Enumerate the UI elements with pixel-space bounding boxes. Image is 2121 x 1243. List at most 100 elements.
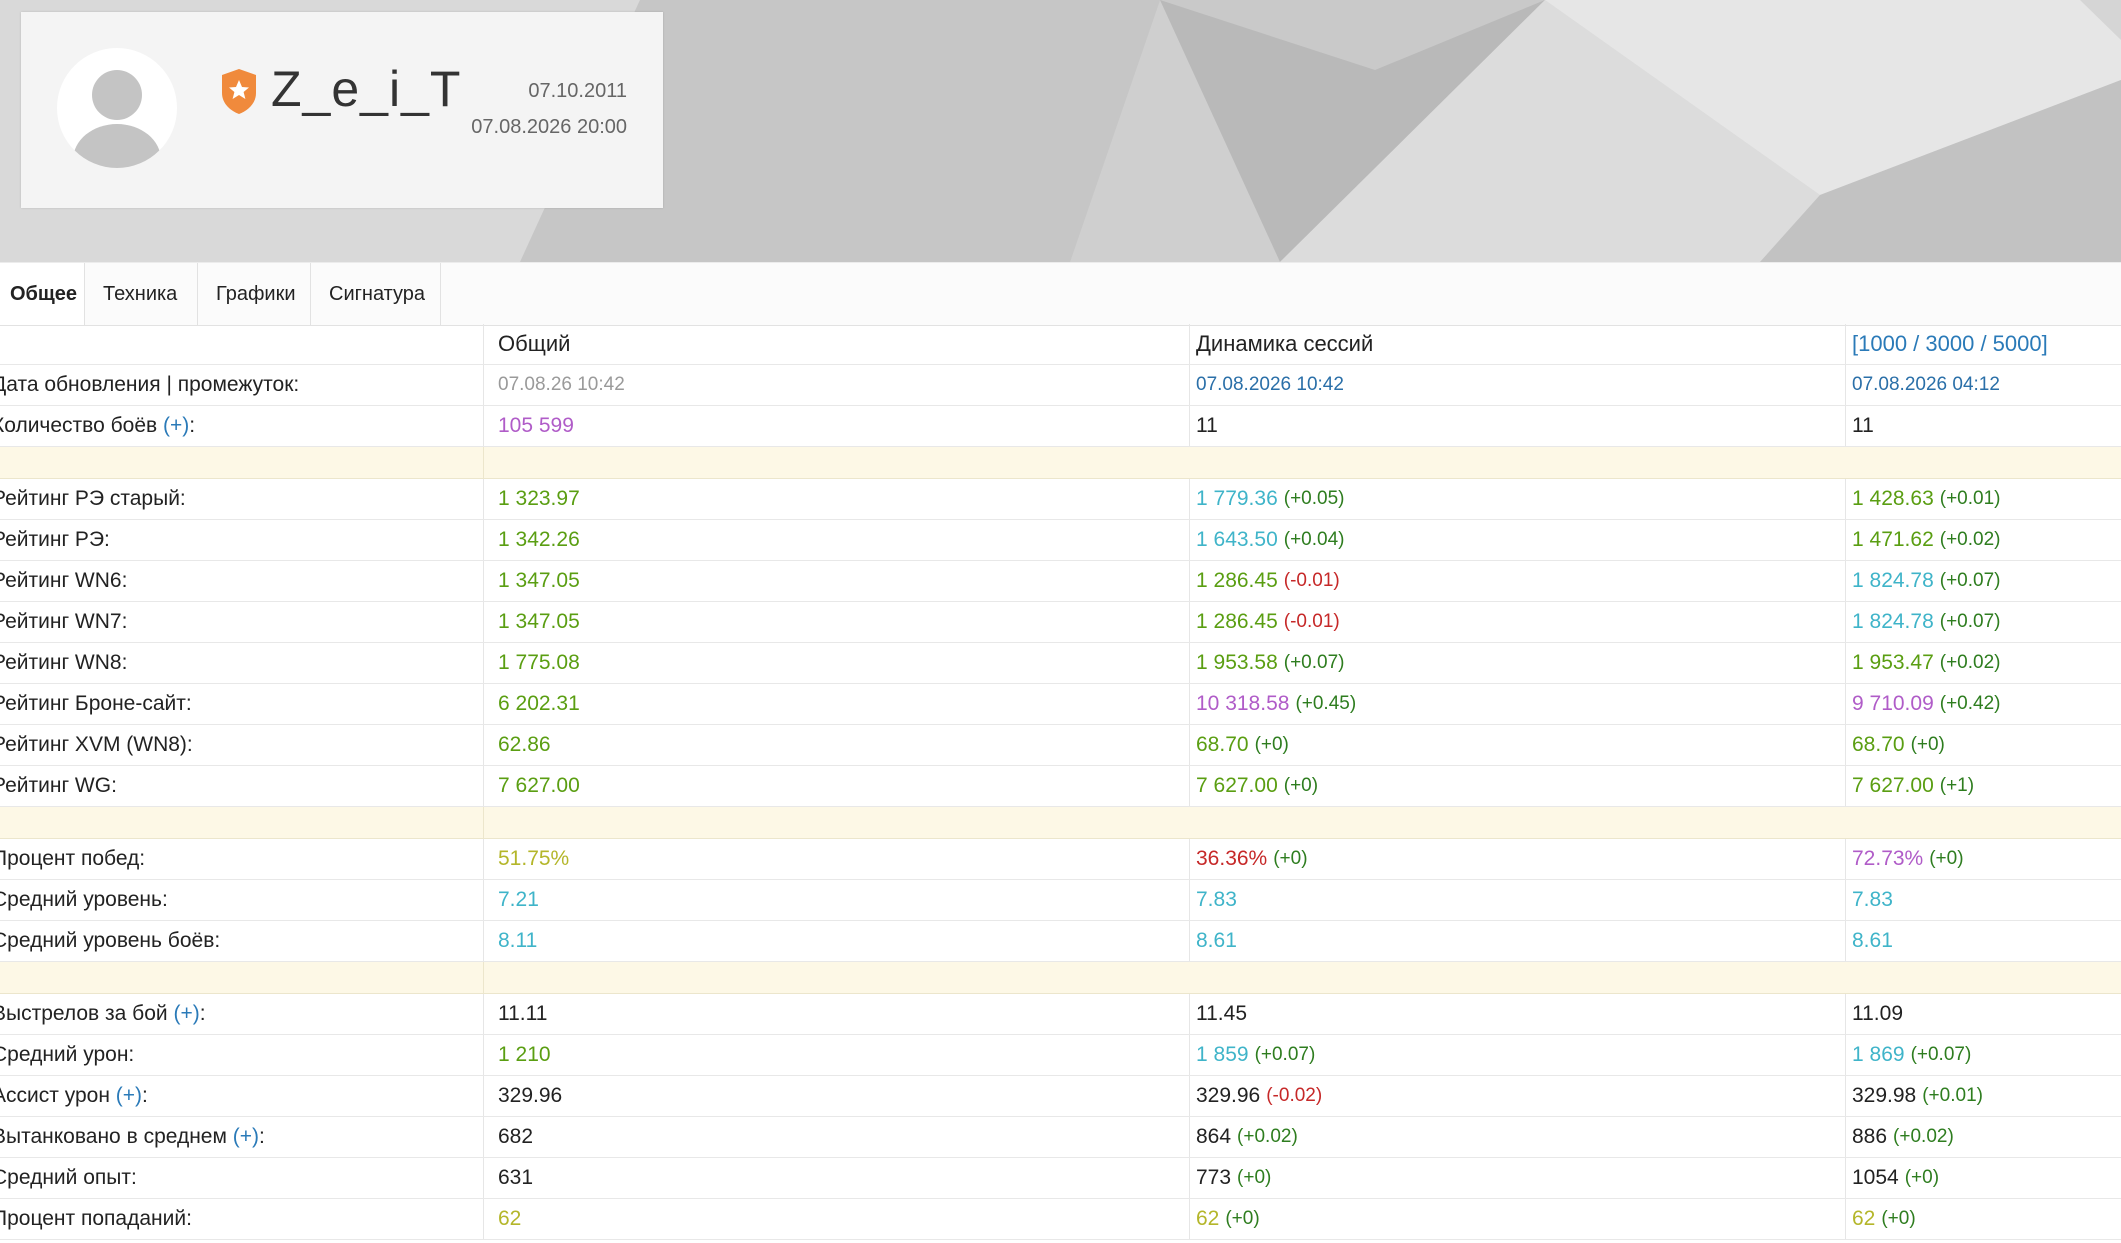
delta: (+0.01)	[1939, 488, 2001, 509]
section-separator	[0, 807, 2121, 839]
row-label: Рейтинг Броне-сайт:	[0, 684, 484, 724]
row-label: Выстрелов за бой	[0, 1002, 168, 1025]
delta: (+0)	[1881, 1208, 1916, 1229]
value: 1 824.78	[1852, 610, 1934, 633]
shield-star-icon	[219, 67, 259, 115]
table-row: Рейтинг WN6: 1 347.05 1 286.45 (-0.01) 1 …	[0, 561, 2121, 602]
column-header-general: Общий	[492, 324, 1190, 364]
value: 62.86	[498, 733, 551, 756]
table-row: Рейтинг WG: 7 627.00 7 627.00 (+0) 7 627.…	[0, 766, 2121, 807]
value: 7.83	[1852, 888, 1893, 911]
row-label: Средний урон:	[0, 1035, 484, 1075]
expand-link[interactable]: (+)	[233, 1125, 259, 1149]
expand-link[interactable]: (+)	[163, 414, 189, 438]
value: 36.36%	[1196, 847, 1268, 870]
value: 864	[1196, 1125, 1232, 1148]
value: 1 428.63	[1852, 487, 1934, 510]
range-selector-link[interactable]: [1000 / 3000 / 5000]	[1852, 331, 2048, 357]
value: 72.73%	[1852, 847, 1924, 870]
row-label: Ассист урон	[0, 1084, 110, 1107]
value: 105 599	[498, 414, 574, 437]
tab-bar: Общее Техника Графики Сигнатура	[0, 262, 2121, 326]
value: 1 824.78	[1852, 569, 1934, 592]
value: 68.70	[1196, 733, 1249, 756]
table-row: Количество боёв (+): 105 599 11 11	[0, 406, 2121, 447]
delta: (+0.02)	[1939, 529, 2001, 550]
table-row: Рейтинг WN8: 1 775.08 1 953.58 (+0.07) 1 …	[0, 643, 2121, 684]
table-row: Средний уровень: 7.21 7.83 7.83	[0, 880, 2121, 921]
row-label: Дата обновления | промежуток:	[0, 365, 484, 405]
value: 1 286.45	[1196, 610, 1278, 633]
row-label: Рейтинг WN8:	[0, 643, 484, 683]
value: 1 775.08	[498, 651, 580, 674]
value: 1 471.62	[1852, 528, 1934, 551]
table-row: Рейтинг WN7: 1 347.05 1 286.45 (-0.01) 1 …	[0, 602, 2121, 643]
value: 1 342.26	[498, 528, 580, 551]
delta: (+1)	[1939, 775, 1975, 796]
table-row: Процент попаданий: 62 62 (+0) 62 (+0)	[0, 1199, 2121, 1240]
table-row: Ассист урон (+): 329.96 329.96 (-0.02) 32…	[0, 1076, 2121, 1117]
header-empty	[0, 324, 484, 364]
column-header-sessions: Динамика сессий	[1190, 324, 1846, 364]
value: 9 710.09	[1852, 692, 1934, 715]
delta: (-0.01)	[1283, 611, 1340, 632]
delta: (+0)	[1225, 1208, 1260, 1229]
delta: (+0.05)	[1283, 488, 1345, 509]
delta: (+0)	[1910, 734, 1945, 755]
update-date-range[interactable]: 07.08.2026 04:12	[1852, 374, 2000, 396]
value: 8.61	[1852, 929, 1893, 952]
row-label: Рейтинг XVM (WN8):	[0, 725, 484, 765]
tab-vehicles[interactable]: Техника	[85, 263, 198, 325]
value: 11.09	[1852, 1002, 1903, 1025]
value: 10 318.58	[1196, 692, 1290, 715]
table-header-row: Общий Динамика сессий [1000 / 3000 / 500…	[0, 324, 2121, 365]
value: 51.75%	[498, 847, 570, 870]
table-row: Рейтинг Броне-сайт: 6 202.31 10 318.58 (+…	[0, 684, 2121, 725]
table-row: Вытанковано в среднем (+): 682 864 (+0.02…	[0, 1117, 2121, 1158]
value: 7 627.00	[498, 774, 580, 797]
delta: (+0.01)	[1922, 1085, 1983, 1106]
value: 329.96	[1196, 1084, 1261, 1107]
delta: (+0.07)	[1910, 1044, 1972, 1065]
value: 1 859	[1196, 1043, 1249, 1066]
row-label: Количество боёв	[0, 414, 158, 437]
registration-date: 07.10.2011	[528, 80, 627, 102]
username: Z_e_i_T	[271, 61, 462, 117]
value: 8.61	[1196, 929, 1237, 952]
delta: (+0.42)	[1939, 693, 2001, 714]
value: 11.45	[1196, 1002, 1247, 1025]
delta: (+0.07)	[1254, 1044, 1316, 1065]
tab-general[interactable]: Общее	[0, 263, 85, 325]
value: 68.70	[1852, 733, 1905, 756]
row-label: Средний уровень боёв:	[0, 921, 484, 961]
value: 1 347.05	[498, 569, 580, 592]
section-separator	[0, 447, 2121, 479]
delta: (+0)	[1283, 775, 1319, 796]
value: 62	[1852, 1207, 1876, 1230]
update-date-sessions[interactable]: 07.08.2026 10:42	[1196, 374, 1344, 396]
row-label: Средний уровень:	[0, 880, 484, 920]
value: 7.83	[1196, 888, 1237, 911]
value: 631	[498, 1166, 534, 1189]
tab-charts[interactable]: Графики	[198, 263, 311, 325]
table-row: Средний опыт: 631 773 (+0) 1054 (+0)	[0, 1158, 2121, 1199]
expand-link[interactable]: (+)	[116, 1084, 142, 1108]
table-row: Рейтинг РЭ: 1 342.26 1 643.50 (+0.04) 1 4…	[0, 520, 2121, 561]
value: 1 869	[1852, 1043, 1905, 1066]
row-label: Рейтинг РЭ старый:	[0, 479, 484, 519]
section-separator	[0, 962, 2121, 994]
update-date-general: 07.08.26 10:42	[498, 374, 625, 395]
delta: (+0.02)	[1939, 652, 2001, 673]
delta: (+0)	[1904, 1167, 1940, 1188]
value: 1 347.05	[498, 610, 580, 633]
delta: (+0.02)	[1237, 1126, 1298, 1147]
table-row: Выстрелов за бой (+): 11.11 11.45 11.09	[0, 994, 2121, 1035]
value: 1 210	[498, 1043, 551, 1066]
delta: (+0.07)	[1283, 652, 1345, 673]
value: 6 202.31	[498, 692, 580, 715]
value: 62	[498, 1207, 522, 1230]
tab-signature[interactable]: Сигнатура	[311, 263, 441, 325]
expand-link[interactable]: (+)	[173, 1002, 199, 1026]
value: 11.11	[498, 1002, 548, 1025]
value: 1 286.45	[1196, 569, 1278, 592]
